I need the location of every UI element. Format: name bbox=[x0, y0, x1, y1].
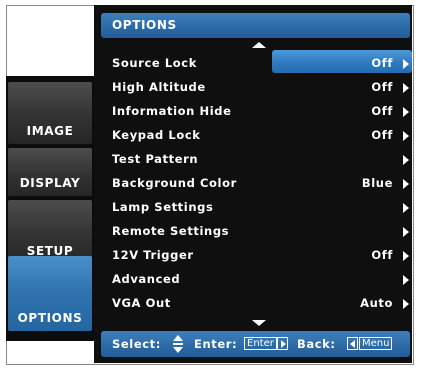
menu-item-value: Off bbox=[371, 128, 393, 142]
help-bar: Select: Enter: Enter Back: Menu bbox=[101, 331, 410, 357]
menu-item-lamp-settings[interactable]: Lamp Settings bbox=[101, 196, 415, 219]
menu-item-label: High Altitude bbox=[112, 80, 206, 94]
menu-item-value: Blue bbox=[361, 176, 393, 190]
category-tabs: IMAGE DISPLAY SETUP OPTIONS bbox=[6, 76, 94, 341]
chevron-right-icon bbox=[403, 203, 409, 213]
menu-item-label: Remote Settings bbox=[112, 224, 230, 238]
menu-item-label: VGA Out bbox=[112, 296, 171, 310]
tab-image-label: IMAGE bbox=[26, 124, 74, 138]
menu-item-label: Keypad Lock bbox=[112, 128, 201, 142]
tab-options-label: OPTIONS bbox=[17, 311, 83, 325]
tab-display-label: DISPLAY bbox=[19, 176, 81, 190]
tab-setup[interactable]: SETUP bbox=[8, 200, 92, 264]
menu-item-12v-trigger[interactable]: 12V Trigger Off bbox=[101, 244, 415, 267]
enter-key: Enter bbox=[244, 337, 277, 350]
updown-icon bbox=[173, 335, 183, 353]
menu-item-background-color[interactable]: Background Color Blue bbox=[101, 172, 415, 195]
chevron-right-icon bbox=[403, 107, 409, 117]
chevron-right-icon bbox=[403, 155, 409, 165]
menu-item-vga-out[interactable]: VGA Out Auto bbox=[101, 292, 415, 315]
menu-item-value: Auto bbox=[360, 296, 393, 310]
menu-item-keypad-lock[interactable]: Keypad Lock Off bbox=[101, 124, 415, 147]
arrow-right-icon bbox=[281, 340, 286, 348]
tab-options[interactable]: OPTIONS bbox=[8, 256, 92, 331]
chevron-right-icon bbox=[403, 59, 409, 69]
menu-item-label: Source Lock bbox=[112, 56, 197, 70]
chevron-right-icon bbox=[403, 299, 409, 309]
enter-arrow-key bbox=[277, 337, 288, 350]
tab-display[interactable]: DISPLAY bbox=[8, 148, 92, 196]
menu-item-value: Off bbox=[371, 248, 393, 262]
menu-key: Menu bbox=[359, 337, 393, 350]
menu-item-value: Off bbox=[371, 104, 393, 118]
menu-header: OPTIONS bbox=[101, 13, 410, 38]
tab-image[interactable]: IMAGE bbox=[8, 82, 92, 144]
scroll-up-icon[interactable] bbox=[252, 42, 266, 48]
select-hint-label: Select: bbox=[112, 337, 161, 351]
menu-item-label: 12V Trigger bbox=[112, 248, 194, 262]
menu-item-test-pattern[interactable]: Test Pattern bbox=[101, 148, 415, 171]
menu-item-value: Off bbox=[371, 80, 393, 94]
chevron-right-icon bbox=[403, 275, 409, 285]
back-hint-label: Back: bbox=[297, 337, 336, 351]
menu-item-label: Lamp Settings bbox=[112, 200, 214, 214]
menu-item-advanced[interactable]: Advanced bbox=[101, 268, 415, 291]
scroll-down-icon[interactable] bbox=[252, 320, 266, 326]
chevron-right-icon bbox=[403, 83, 409, 93]
menu-item-value: Off bbox=[371, 56, 393, 70]
menu-item-label: Information Hide bbox=[112, 104, 232, 118]
arrow-left-icon bbox=[350, 340, 355, 348]
enter-hint-label: Enter: bbox=[194, 337, 238, 351]
page-title: OPTIONS bbox=[112, 18, 177, 32]
chevron-right-icon bbox=[403, 251, 409, 261]
menu-item-label: Advanced bbox=[112, 272, 181, 286]
menu-item-source-lock[interactable]: Source Lock Off bbox=[101, 52, 415, 75]
menu-item-label: Test Pattern bbox=[112, 152, 199, 166]
menu-item-label: Background Color bbox=[112, 176, 237, 190]
chevron-right-icon bbox=[403, 227, 409, 237]
menu-item-high-altitude[interactable]: High Altitude Off bbox=[101, 76, 415, 99]
chevron-right-icon bbox=[403, 179, 409, 189]
chevron-right-icon bbox=[403, 131, 409, 141]
menu-item-information-hide[interactable]: Information Hide Off bbox=[101, 100, 415, 123]
back-arrow-key bbox=[347, 337, 358, 350]
menu-item-remote-settings[interactable]: Remote Settings bbox=[101, 220, 415, 243]
